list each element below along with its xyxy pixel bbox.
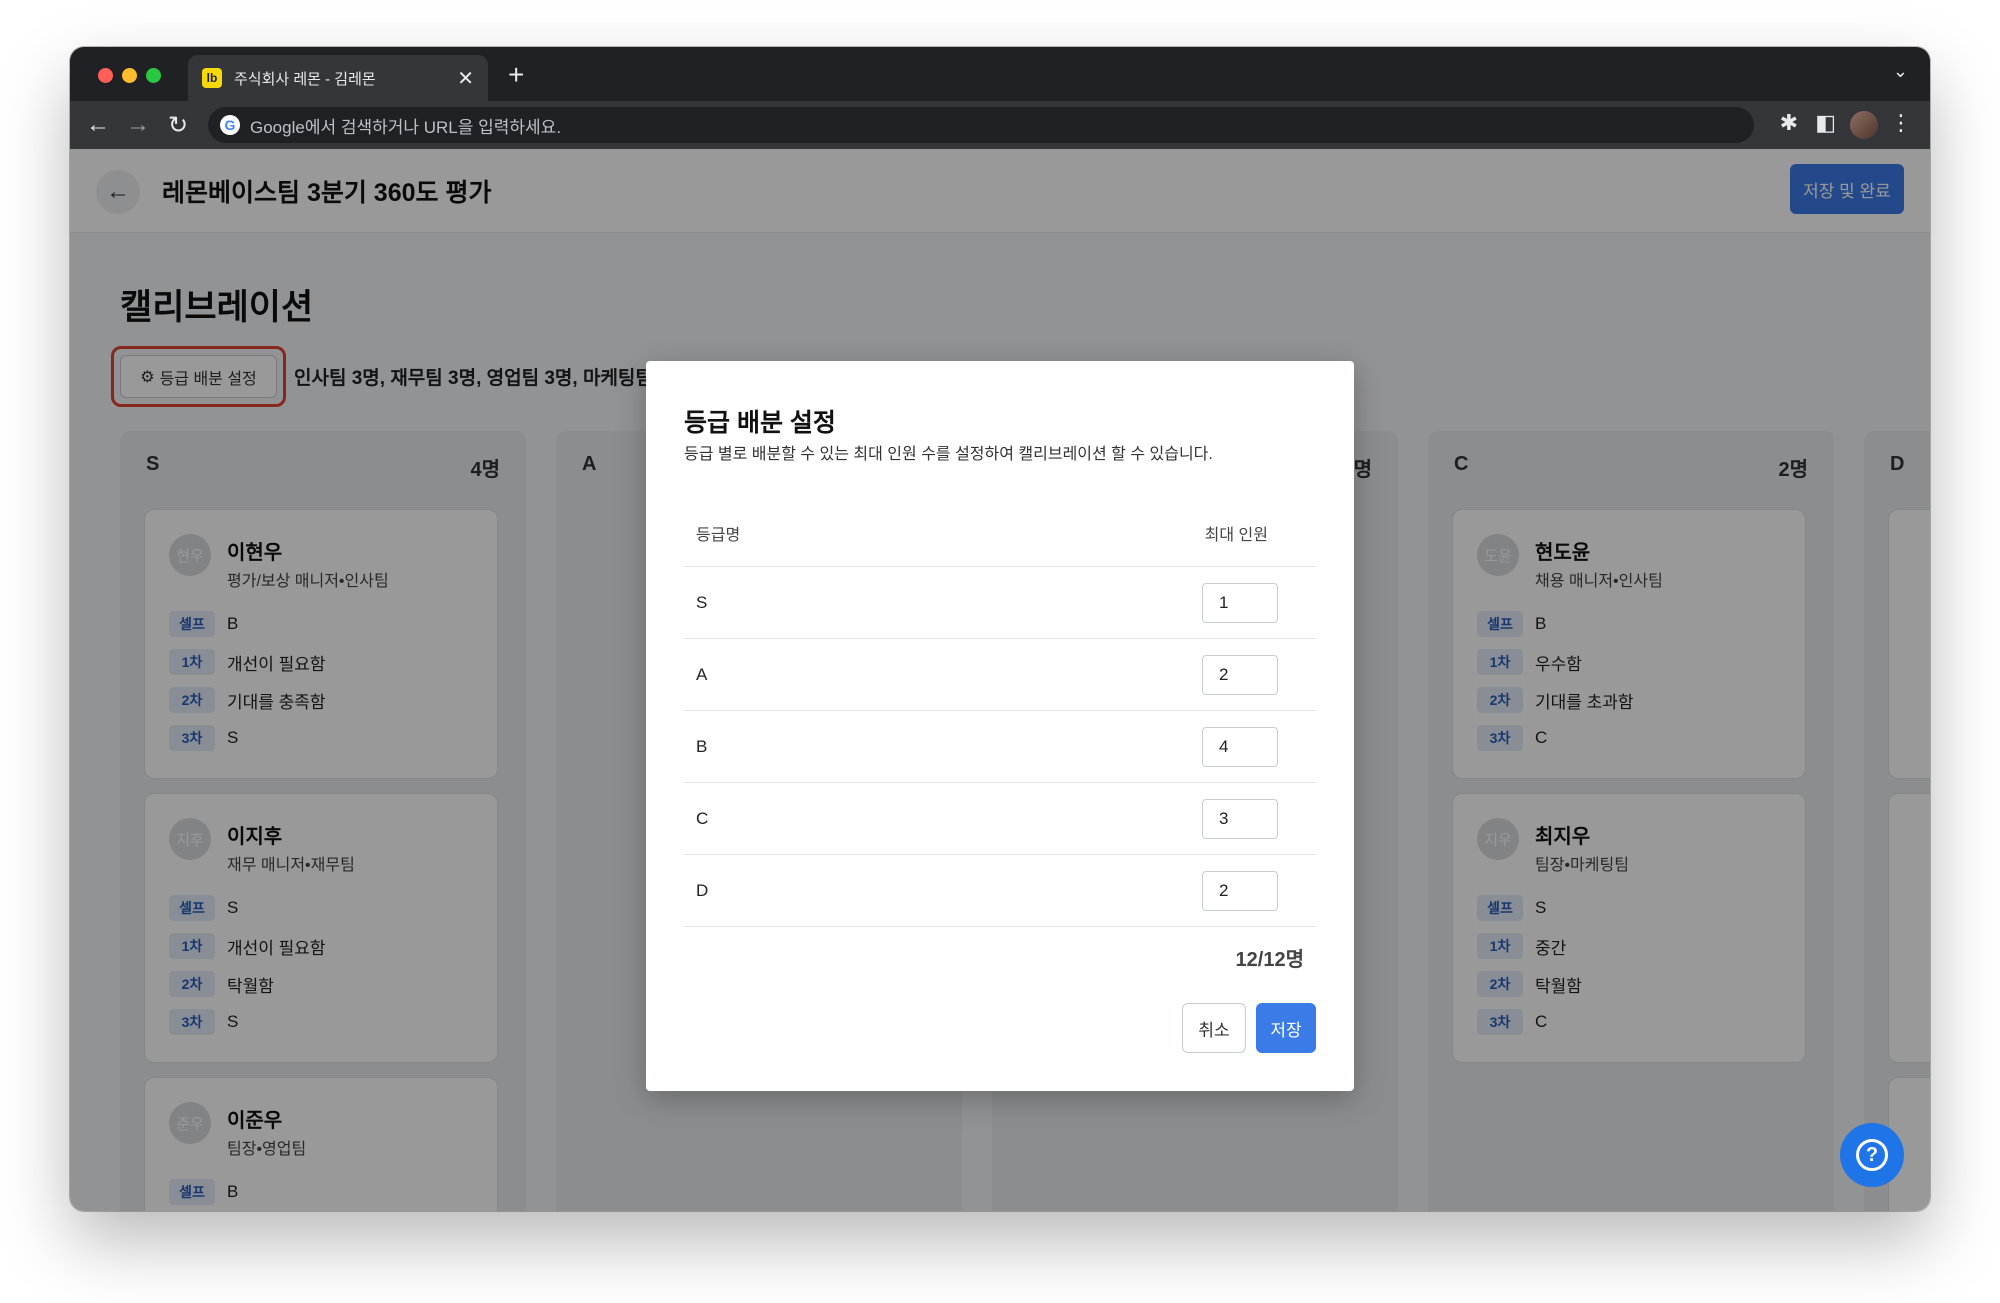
chevron-down-icon[interactable]: ⌄ — [1893, 61, 1908, 82]
close-icon[interactable]: ✕ — [457, 66, 474, 91]
extensions-icon[interactable]: ✱ — [1780, 110, 1798, 136]
grade-name: B — [696, 737, 708, 756]
new-tab-icon[interactable]: + — [508, 59, 524, 91]
question-icon: ? — [1856, 1139, 1888, 1171]
minimize-window-button[interactable] — [122, 68, 137, 83]
address-placeholder: Google에서 검색하거나 URL을 입력하세요. — [250, 117, 562, 137]
table-row: A — [684, 639, 1316, 711]
address-bar[interactable]: G Google에서 검색하거나 URL을 입력하세요. — [208, 107, 1754, 143]
maximize-window-button[interactable] — [146, 68, 161, 83]
help-button[interactable]: ? — [1840, 1123, 1904, 1187]
table-header: 등급명 최대 인원 — [684, 505, 1316, 567]
forward-arrow-icon[interactable]: → — [122, 109, 154, 141]
back-arrow-icon[interactable]: ← — [82, 109, 114, 141]
table-row: S — [684, 567, 1316, 639]
grade-distribution-modal: 등급 배분 설정 등급 별로 배분할 수 있는 최대 인원 수를 설정하여 캘리… — [646, 361, 1354, 1091]
max-count-input[interactable] — [1202, 655, 1278, 695]
max-count-input[interactable] — [1202, 799, 1278, 839]
column-header-grade: 등급명 — [696, 527, 741, 544]
table-row: B — [684, 711, 1316, 783]
favicon-icon: lb — [202, 68, 222, 88]
kebab-menu-icon[interactable]: ⋮ — [1890, 110, 1912, 136]
reload-icon[interactable]: ↻ — [162, 109, 194, 141]
browser-window: lb 주식회사 레몬 - 김레몬 ✕ + ⌄ ← → ↻ G Google에서 … — [70, 47, 1930, 1211]
grade-name: A — [696, 665, 708, 684]
modal-title: 등급 배분 설정 — [684, 409, 836, 437]
tab-title: 주식회사 레몬 - 김레몬 — [234, 70, 376, 88]
browser-toolbar: ← → ↻ G Google에서 검색하거나 URL을 입력하세요. ✱ ◧ ⋮ — [70, 101, 1930, 149]
close-window-button[interactable] — [98, 68, 113, 83]
page-content: ← 레몬베이스팀 3분기 360도 평가 저장 및 완료 캘리브레이션 ⚙ 등급… — [70, 149, 1930, 1211]
grade-name: D — [696, 881, 709, 900]
table-row: C — [684, 783, 1316, 855]
total-count: 12/12명 — [1235, 949, 1304, 971]
save-button[interactable]: 저장 — [1256, 1003, 1316, 1053]
side-panel-icon[interactable]: ◧ — [1815, 110, 1836, 136]
modal-description: 등급 별로 배분할 수 있는 최대 인원 수를 설정하여 캘리브레이션 할 수 … — [684, 446, 1213, 463]
tab-bar: lb 주식회사 레몬 - 김레몬 ✕ + ⌄ — [70, 47, 1930, 101]
max-count-input[interactable] — [1202, 583, 1278, 623]
google-icon: G — [220, 115, 240, 135]
table-row: D — [684, 855, 1316, 927]
browser-tab[interactable]: lb 주식회사 레몬 - 김레몬 ✕ — [188, 55, 488, 101]
profile-avatar[interactable] — [1850, 111, 1878, 139]
grade-name: C — [696, 809, 709, 828]
grade-name: S — [696, 593, 708, 612]
max-count-input[interactable] — [1202, 871, 1278, 911]
max-count-input[interactable] — [1202, 727, 1278, 767]
column-header-max: 최대 인원 — [1204, 527, 1268, 544]
cancel-button[interactable]: 취소 — [1182, 1003, 1246, 1053]
